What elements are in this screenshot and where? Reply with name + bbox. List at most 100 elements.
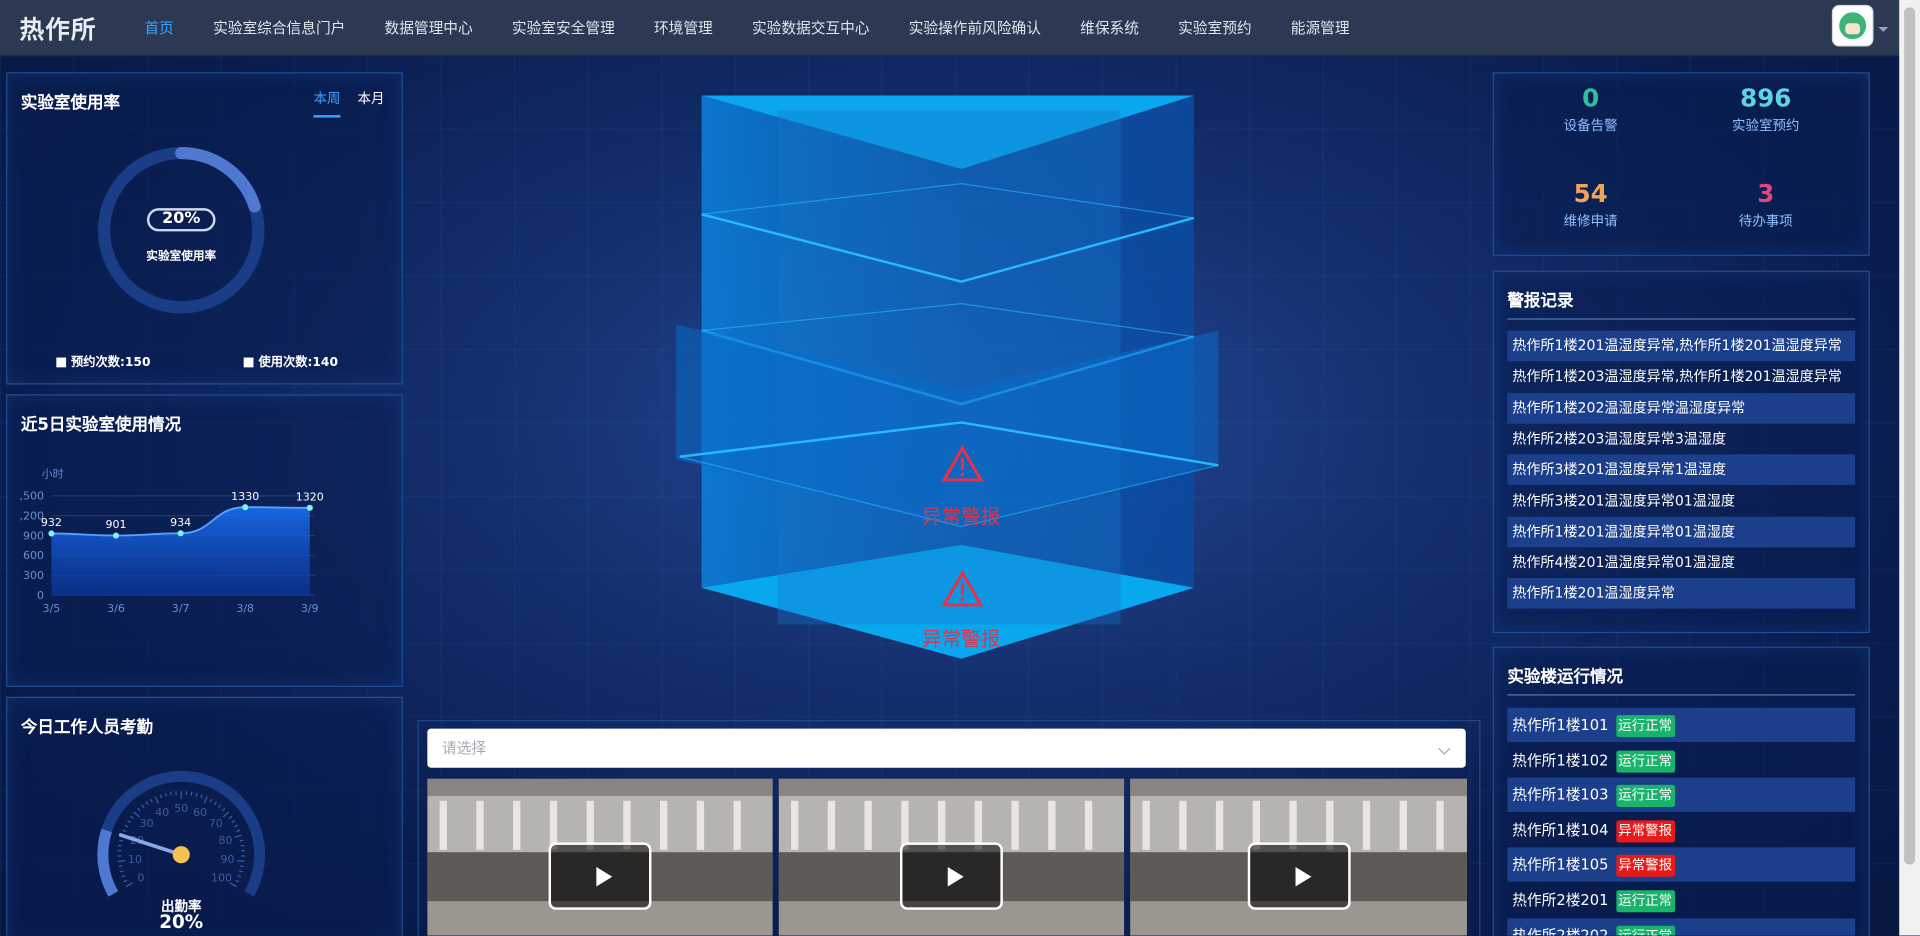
- play-button[interactable]: [900, 842, 1003, 910]
- alarm-record-item[interactable]: 热作所1楼201温湿度异常01温湿度: [1507, 516, 1856, 548]
- alarm-records-title: 警报记录: [1507, 291, 1574, 312]
- camera-video-1[interactable]: [427, 778, 773, 936]
- stat-lab-booking-label: 实验室预约: [1732, 117, 1800, 134]
- play-button[interactable]: [548, 842, 652, 910]
- five-day-title: 近5日实验室使用情况: [20, 415, 182, 435]
- gauge-tick: [164, 792, 167, 797]
- x-tick-label: 3/9: [301, 602, 319, 615]
- alarm-record-item[interactable]: 热作所1楼202温湿度异常温湿度异常: [1507, 392, 1856, 424]
- nav-item-3[interactable]: 实验室安全管理: [512, 17, 615, 38]
- nav-item-4[interactable]: 环境管理: [654, 17, 713, 38]
- gauge-tick: [150, 798, 153, 803]
- building-model: [675, 95, 1219, 659]
- alarm-record-item[interactable]: 热作所1楼201温湿度异常,热作所1楼201温湿度异常: [1507, 330, 1856, 362]
- stat-todo[interactable]: 3 待办事项: [1692, 179, 1839, 230]
- gauge-tick: [203, 796, 208, 804]
- legend-used-swatch: [243, 357, 254, 368]
- x-tick-label: 3/7: [172, 602, 190, 615]
- stat-repair-value: 54: [1573, 178, 1608, 209]
- alarm-record-item[interactable]: 热作所2楼203温湿度异常3温湿度: [1507, 424, 1855, 455]
- alarm-record-item[interactable]: 热作所3楼201温湿度异常01温湿度: [1507, 486, 1855, 517]
- gauge-fill: [97, 828, 119, 897]
- data-point: [48, 530, 55, 537]
- nav-item-9[interactable]: 能源管理: [1291, 17, 1350, 38]
- divider: [1507, 318, 1856, 320]
- gauge-tick: [213, 801, 217, 806]
- room-status-row[interactable]: 热作所1楼105 异常警报: [1507, 847, 1856, 883]
- chevron-down-icon[interactable]: [1878, 26, 1889, 32]
- stat-lab-booking[interactable]: 896 实验室预约: [1692, 83, 1839, 134]
- nav-item-7[interactable]: 维保系统: [1080, 17, 1139, 38]
- stat-repair[interactable]: 54 维修申请: [1517, 179, 1664, 230]
- gauge-tick: [240, 865, 244, 868]
- dashboard-canvas: 热作所 首页 实验室综合信息门户 数据管理中心 实验室安全管理 环境管理 实验数据交互中心…: [0, 0, 1920, 936]
- alarm-record-item[interactable]: 热作所1楼201温湿度异常: [1507, 578, 1856, 610]
- stat-device-alarm-label: 设备告警: [1563, 117, 1618, 134]
- room-status-row[interactable]: 热作所1楼103 运行正常: [1507, 777, 1856, 813]
- nav-item-8[interactable]: 实验室预约: [1178, 17, 1251, 38]
- camera-video-2[interactable]: [778, 778, 1125, 936]
- y-axis-label: 小时: [42, 468, 64, 481]
- scrollbar-thumb[interactable]: [1904, 7, 1916, 865]
- warning-text-upper: 异常警报: [922, 504, 1001, 528]
- gauge-tick: [234, 824, 238, 828]
- legend-booked-text: 预约次数:150: [71, 356, 151, 370]
- gauge-tick: [218, 804, 222, 809]
- stat-device-alarm-value: 0: [1582, 83, 1600, 113]
- nav-item-1[interactable]: 实验室综合信息门户: [213, 17, 345, 38]
- gauge-scale-label: 0: [137, 872, 144, 885]
- room-status-row[interactable]: 热作所1楼101 运行正常: [1507, 707, 1856, 743]
- tab-week[interactable]: 本周: [313, 88, 341, 118]
- room-status-row[interactable]: 热作所1楼102 运行正常: [1507, 743, 1855, 777]
- nav-item-5[interactable]: 实验数据交互中心: [752, 17, 870, 38]
- room-status-row[interactable]: 热作所2楼202 运行正常: [1507, 917, 1856, 936]
- status-badge: 运行正常: [1615, 785, 1675, 808]
- gauge-scale-label: 80: [218, 834, 232, 847]
- camera-select-placeholder: 请选择: [442, 739, 487, 757]
- gauge-tick: [119, 839, 123, 842]
- app-logo[interactable]: 热作所: [20, 10, 125, 46]
- data-point: [177, 530, 184, 537]
- five-day-chart: 小时0300600900,200,5009323/59013/69343/713…: [20, 468, 324, 616]
- gauge-tick: [130, 815, 134, 819]
- avatar[interactable]: [1831, 4, 1874, 47]
- alarm-record-item[interactable]: 热作所4楼201温湿度异常01温湿度: [1507, 547, 1855, 578]
- gauge-tick: [127, 820, 131, 824]
- camera-video-3[interactable]: [1130, 778, 1467, 936]
- stat-device-alarm[interactable]: 0 设备告警: [1517, 83, 1664, 134]
- gauge-tick: [124, 824, 129, 828]
- page-scrollbar[interactable]: [1899, 0, 1920, 936]
- room-status-row[interactable]: 热作所2楼201 运行正常: [1507, 883, 1855, 917]
- room-name: 热作所1楼103: [1512, 786, 1609, 804]
- room-status-row[interactable]: 热作所1楼104 异常警报: [1507, 813, 1855, 847]
- gauge-tick: [119, 870, 124, 873]
- tab-month[interactable]: 本月: [358, 88, 385, 117]
- nav-item-2[interactable]: 数据管理中心: [385, 17, 473, 38]
- gauge-tick: [122, 829, 127, 833]
- gauge-scale-label: 10: [128, 853, 142, 866]
- nav-item-6[interactable]: 实验操作前风险确认: [909, 17, 1041, 38]
- warning-text-lower: 异常警报: [922, 626, 1001, 651]
- legend-used-text: 使用次数:140: [258, 356, 338, 370]
- alarm-record-item[interactable]: 热作所3楼201温湿度异常1温湿度: [1507, 454, 1856, 486]
- gauge-tick: [235, 879, 240, 883]
- gauge-tick: [117, 859, 126, 862]
- chevron-down-icon: [1438, 742, 1451, 755]
- gauge-tick: [141, 804, 145, 809]
- play-button[interactable]: [1247, 842, 1351, 910]
- usage-rate-value: 20%: [162, 209, 201, 228]
- status-badge: 运行正常: [1615, 925, 1675, 936]
- gauge-tick: [234, 834, 242, 838]
- gauge-tick: [236, 829, 241, 833]
- data-label: 1330: [231, 490, 259, 503]
- nav-item-0[interactable]: 首页: [144, 17, 173, 38]
- top-nav: 热作所 首页 实验室综合信息门户 数据管理中心 实验室安全管理 环境管理 实验数据交互中心…: [0, 0, 1920, 56]
- data-point: [112, 532, 120, 539]
- data-point: [306, 504, 313, 511]
- room-name: 热作所2楼201: [1512, 891, 1609, 909]
- gauge-tick: [228, 815, 233, 819]
- gauge-scale-label: 70: [209, 817, 223, 830]
- gauge-tick: [238, 870, 243, 873]
- camera-select[interactable]: 请选择: [427, 728, 1466, 768]
- alarm-record-item[interactable]: 热作所1楼203温湿度异常,热作所1楼201温湿度异常: [1507, 362, 1855, 393]
